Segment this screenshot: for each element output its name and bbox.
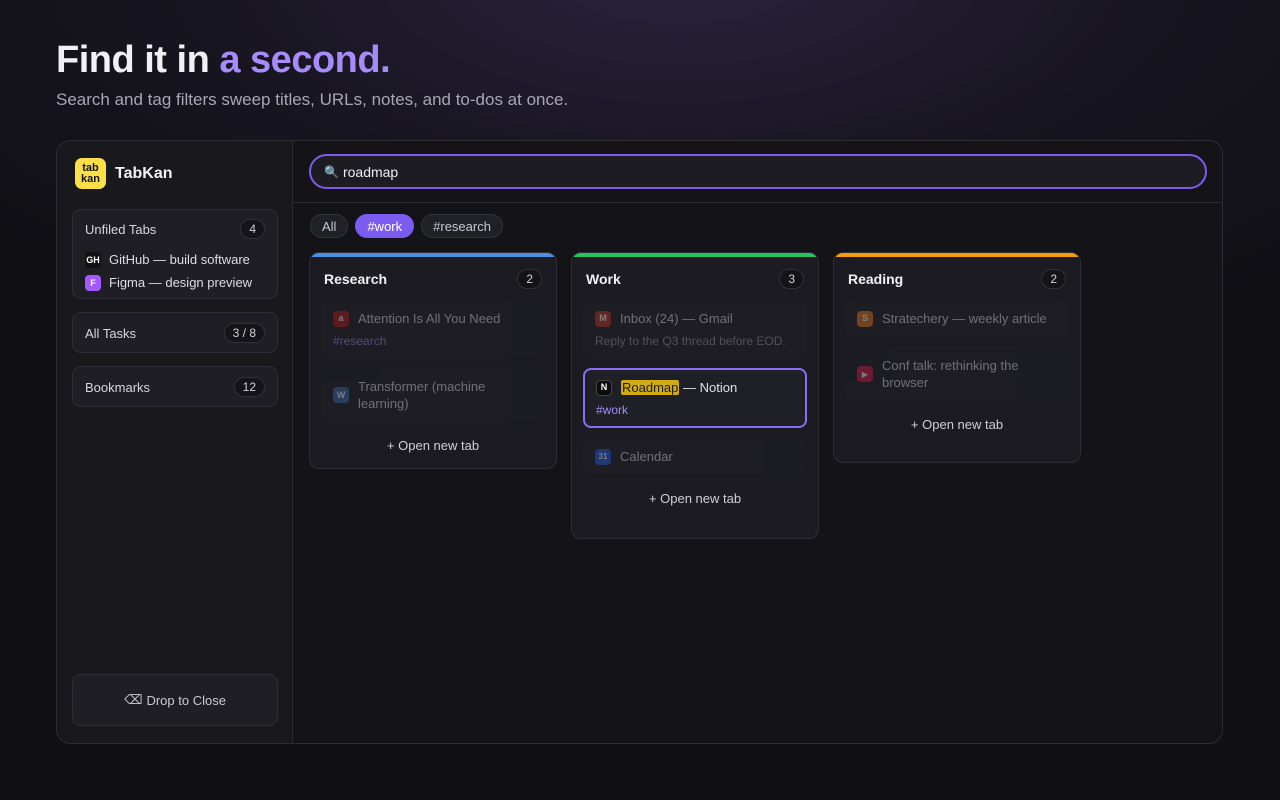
open-new-tab-button[interactable]: + Open new tab: [572, 485, 818, 518]
tab-title: Calendar: [620, 449, 673, 464]
tab-title-rest: — Notion: [679, 380, 738, 395]
tab-card-row: a Attention Is All You Need: [333, 310, 533, 327]
filter-chip-work[interactable]: #work: [355, 214, 415, 238]
hero-title-plain: Find it in: [56, 39, 220, 81]
column-count: 3: [779, 268, 804, 289]
app-window: tab kan TabKan Unfiled Tabs 4 GH GitHub …: [56, 140, 1223, 744]
all-tasks-title: All Tasks: [85, 325, 137, 341]
open-new-tab-button[interactable]: + Open new tab: [834, 411, 1080, 444]
unfiled-tabs-section[interactable]: Unfiled Tabs 4 GH GitHub — build softwar…: [72, 209, 278, 299]
tab-card-match[interactable]: N Roadmap — Notion #work: [583, 368, 807, 428]
drop-to-close-zone[interactable]: ⌫ Drop to Close: [72, 674, 278, 726]
logo-line-1: tab: [82, 161, 99, 174]
column-title: Work: [586, 270, 621, 287]
tab-card[interactable]: ▶ Conf talk: rethinking the browser: [845, 347, 1069, 401]
tab-card-row: ▶ Conf talk: rethinking the browser: [857, 357, 1057, 391]
open-new-tab-button[interactable]: + Open new tab: [310, 432, 556, 465]
tab-card-row: M Inbox (24) — Gmail: [595, 310, 795, 327]
column-title: Research: [324, 270, 388, 287]
youtube-icon: ▶: [857, 366, 873, 382]
all-tasks-count: 3 / 8: [223, 323, 265, 343]
tab-card[interactable]: a Attention Is All You Need #research: [321, 300, 545, 358]
unfiled-tab-figma[interactable]: F Figma — design preview: [73, 271, 277, 294]
tab-title: Attention Is All You Need: [358, 311, 501, 326]
delete-icon: ⌫: [124, 692, 143, 707]
unfiled-tab-github[interactable]: GH GitHub — build software: [73, 248, 277, 271]
tab-card[interactable]: 31 Calendar: [583, 438, 807, 475]
tab-title: Transformer (machine learning): [358, 379, 486, 411]
bookmarks-header: Bookmarks 12: [73, 367, 277, 407]
tab-card[interactable]: M Inbox (24) — Gmail Reply to the Q3 thr…: [583, 300, 807, 358]
search-highlight: Roadmap: [621, 380, 680, 395]
board: 🔍 All #work #research Research 2 a Atten…: [293, 141, 1222, 743]
gmail-icon: M: [595, 310, 611, 327]
tab-tag[interactable]: #research: [333, 334, 533, 348]
stratechery-icon: S: [857, 310, 873, 327]
notion-icon: N: [596, 379, 612, 396]
column-title: Reading: [848, 270, 904, 287]
tab-card-row: N Roadmap — Notion: [596, 379, 794, 396]
arxiv-icon: a: [333, 310, 349, 327]
tab-card[interactable]: W Transformer (machine learning): [321, 368, 545, 422]
tab-title: Inbox (24) — Gmail: [620, 311, 733, 326]
column-count: 2: [517, 268, 542, 289]
hero-title: Find it in a second.: [56, 38, 568, 82]
unfiled-tab-label: Figma — design preview: [109, 275, 253, 290]
drop-to-close-label: Drop to Close: [146, 692, 226, 708]
search-icon: 🔍: [324, 164, 339, 179]
column-header[interactable]: Reading 2: [834, 257, 1080, 300]
hero: Find it in a second. Search and tag filt…: [56, 38, 568, 110]
wikipedia-icon: W: [333, 387, 349, 403]
column-work: Work 3 M Inbox (24) — Gmail Reply to the…: [571, 252, 819, 539]
tab-tag[interactable]: #work: [596, 403, 794, 417]
sidebar: tab kan TabKan Unfiled Tabs 4 GH GitHub …: [57, 141, 293, 743]
bookmarks-button[interactable]: Bookmarks 12: [72, 366, 278, 407]
unfiled-tabs-count: 4: [240, 219, 265, 239]
unfiled-tabs-header: Unfiled Tabs 4: [73, 210, 277, 248]
search-bar[interactable]: 🔍: [309, 154, 1207, 189]
tab-card-row: 31 Calendar: [595, 448, 795, 465]
hero-subtitle: Search and tag filters sweep titles, URL…: [56, 90, 569, 109]
all-tasks-header: All Tasks 3 / 8: [73, 313, 277, 353]
tab-card[interactable]: S Stratechery — weekly article: [845, 300, 1069, 337]
figma-icon: F: [85, 274, 101, 291]
search-input[interactable]: [342, 163, 1163, 180]
tab-note: Reply to the Q3 thread before EOD.: [595, 334, 786, 348]
hero-title-accent: a second.: [219, 39, 391, 81]
filter-chip-research[interactable]: #research: [421, 214, 503, 238]
unfiled-tabs-title: Unfiled Tabs: [85, 221, 157, 237]
tag-filters: All #work #research: [310, 214, 503, 238]
column-research: Research 2 a Attention Is All You Need #…: [309, 252, 557, 469]
filter-chip-all[interactable]: All: [310, 214, 349, 238]
tab-title: Roadmap — Notion: [621, 379, 737, 396]
brand: tab kan TabKan: [75, 158, 172, 189]
tab-card-row: S Stratechery — weekly article: [857, 310, 1057, 327]
brand-name: TabKan: [115, 164, 173, 182]
tabkan-logo-icon: tab kan: [75, 158, 106, 189]
tab-card-row: W Transformer (machine learning): [333, 378, 533, 412]
bookmarks-title: Bookmarks: [85, 379, 151, 395]
bookmarks-count: 12: [233, 377, 265, 397]
tab-title: Conf talk: rethinking the browser: [882, 358, 1019, 390]
unfiled-tab-label: GitHub — build software: [109, 252, 250, 267]
tab-title: Stratechery — weekly article: [882, 311, 1047, 326]
column-reading: Reading 2 S Stratechery — weekly article…: [833, 252, 1081, 463]
github-icon: GH: [85, 251, 101, 268]
calendar-icon: 31: [595, 448, 611, 465]
divider: [293, 202, 1222, 203]
logo-line-2: kan: [81, 172, 100, 185]
column-header[interactable]: Research 2: [310, 257, 556, 300]
column-count: 2: [1041, 268, 1066, 289]
column-header[interactable]: Work 3: [572, 257, 818, 300]
all-tasks-button[interactable]: All Tasks 3 / 8: [72, 312, 278, 353]
